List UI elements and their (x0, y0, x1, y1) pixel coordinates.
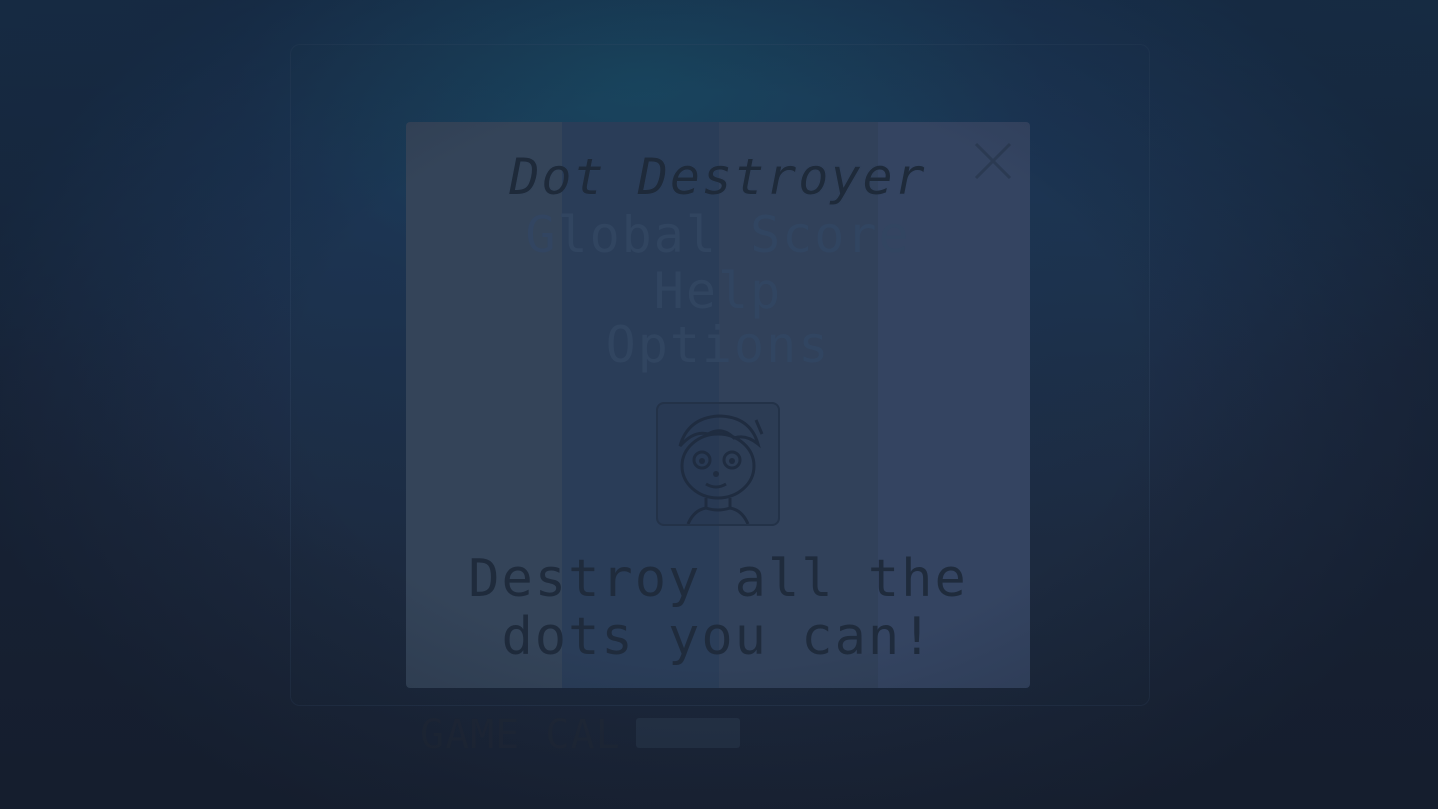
menu-item-options[interactable]: Options (406, 316, 1030, 374)
close-button[interactable] (972, 140, 1014, 182)
close-icon (974, 142, 1012, 180)
app-backdrop: Dot Destroyer Global Score Help Options (0, 0, 1438, 809)
game-title: Dot Destroyer (509, 148, 927, 206)
game-tagline: Destroy all the dots you can! (468, 549, 968, 667)
game-screen[interactable]: Dot Destroyer Global Score Help Options (406, 122, 1030, 688)
menu-item-global-score[interactable]: Global Score (406, 206, 1030, 264)
footer-label: GAME CAL (420, 712, 621, 758)
mascot-face-icon (656, 402, 780, 526)
menu-item-help[interactable]: Help (406, 262, 1030, 320)
footer-badge[interactable] (636, 718, 740, 748)
